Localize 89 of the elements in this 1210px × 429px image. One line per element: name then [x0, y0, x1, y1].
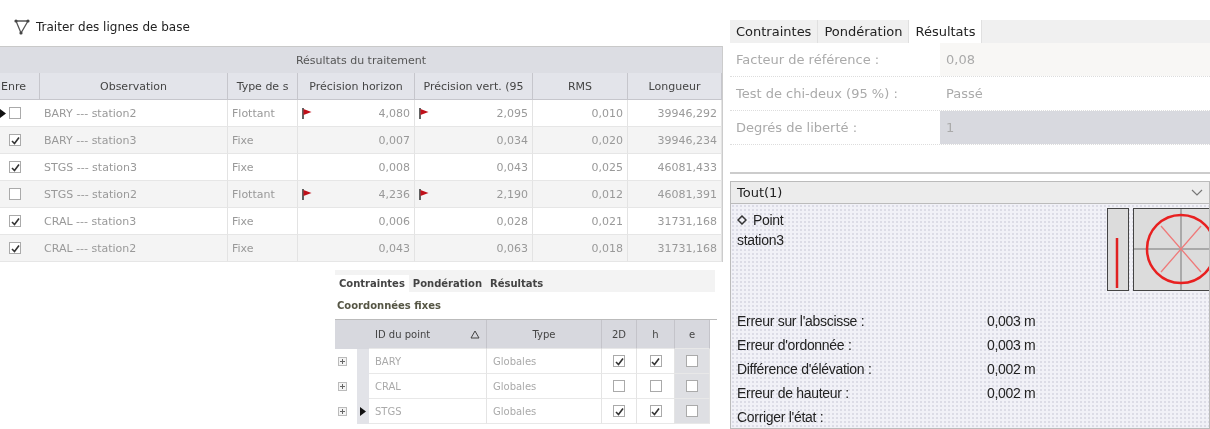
table-cell: 2,190	[496, 187, 528, 201]
table-cell: 0,020	[533, 127, 628, 154]
chevron-down-icon	[1191, 189, 1203, 196]
column-header[interactable]: ID du point	[369, 320, 487, 349]
column-header[interactable]: Précision horizon	[298, 73, 415, 100]
table-cell: 0,043	[378, 241, 410, 255]
checkbox[interactable]	[9, 215, 21, 227]
field-label: Facteur de référence :	[735, 51, 881, 69]
checkbox[interactable]	[9, 161, 21, 173]
column-header[interactable]: Enre	[0, 73, 40, 100]
column-header[interactable]: Type de s	[228, 73, 298, 100]
point-name: station3	[737, 232, 784, 248]
point-type-label: Point	[753, 212, 784, 228]
triangle-network-icon	[14, 19, 30, 35]
tab[interactable]: Résultats	[909, 20, 983, 43]
expand-icon[interactable]	[337, 407, 347, 416]
table-cell: 0,043	[496, 160, 528, 174]
measure-label: Erreur d'ordonnée :	[737, 336, 853, 355]
table-cell: 39946,234	[628, 127, 722, 154]
table-cell: Globales	[487, 399, 602, 424]
checkbox[interactable]	[686, 380, 698, 392]
checkbox[interactable]	[9, 188, 21, 200]
measure-value: 0,002 m	[987, 384, 1037, 403]
table-cell: 31731,168	[628, 235, 722, 262]
checkbox[interactable]	[649, 405, 662, 417]
checkbox[interactable]	[613, 405, 625, 417]
table-cell: STGS --- station2	[40, 181, 228, 208]
tab[interactable]: Contraintes	[730, 20, 819, 43]
measure-value: 0,003 m	[987, 312, 1037, 331]
process-baselines-button[interactable]: Traiter des lignes de base	[14, 19, 190, 35]
table-cell: BARY --- station3	[40, 127, 228, 154]
measure-value: 0,003 m	[987, 336, 1037, 355]
column-header[interactable]: Observation	[40, 73, 228, 100]
checkbox[interactable]	[649, 380, 662, 392]
tab[interactable]: Pondération	[408, 275, 486, 292]
checkbox[interactable]	[9, 134, 21, 146]
column-header[interactable]: RMS	[533, 73, 628, 100]
table-cell: Fixe	[228, 235, 298, 262]
table-cell: 0,034	[496, 133, 528, 147]
table-cell: 4,236	[378, 187, 410, 201]
measure-label: Erreur sur l'abscisse :	[737, 312, 866, 331]
field-label: Degrés de liberté :	[735, 119, 859, 137]
table-cell: 4,080	[378, 106, 410, 120]
sort-ascending-icon	[470, 329, 480, 339]
table-cell: 0,006	[378, 214, 410, 228]
column-header[interactable]: h	[637, 320, 675, 349]
expand-icon[interactable]	[337, 357, 347, 366]
expand-icon[interactable]	[337, 382, 347, 391]
table-cell: Globales	[487, 349, 602, 374]
table-cell: 0,028	[496, 214, 528, 228]
checkbox[interactable]	[686, 405, 698, 417]
group-header: Résultats du traitement	[0, 46, 722, 73]
table-cell: 0,007	[378, 133, 410, 147]
checkbox[interactable]	[613, 380, 625, 392]
table-cell: Fixe	[228, 127, 298, 154]
table-cell: STGS	[369, 399, 487, 424]
filter-dropdown[interactable]: Tout(1)	[730, 181, 1210, 204]
table-cell: 0,018	[533, 235, 628, 262]
table-cell: 46081,391	[628, 181, 722, 208]
diamond-icon	[737, 215, 747, 225]
table-cell: CRAL --- station2	[40, 235, 228, 262]
measure-value: 0,002 m	[987, 360, 1037, 379]
checkbox[interactable]	[686, 355, 698, 367]
checkbox[interactable]	[9, 107, 21, 119]
table-cell: Flottant	[228, 181, 298, 208]
checkbox[interactable]	[9, 242, 21, 254]
header-corner	[335, 320, 369, 349]
column-header[interactable]: Longueur	[628, 73, 722, 100]
column-header[interactable]: e	[675, 320, 710, 349]
table-cell: 0,012	[533, 181, 628, 208]
tab[interactable]: Résultats	[486, 275, 548, 292]
checkbox[interactable]	[613, 355, 625, 367]
table-cell: CRAL	[369, 374, 487, 399]
table-cell: Globales	[487, 374, 602, 399]
field-label: Test de chi-deux (95 %) :	[735, 85, 899, 103]
table-cell: 2,095	[496, 106, 528, 120]
table-cell: BARY	[369, 349, 487, 374]
measure-label: Corriger l'état :	[737, 408, 825, 427]
measure-label: Différence d'élévation :	[737, 360, 873, 379]
table-cell: 0,063	[496, 241, 528, 255]
row-selector[interactable]	[357, 399, 369, 424]
column-header[interactable]: Précision vert. (95	[415, 73, 533, 100]
column-header[interactable]: Type	[487, 320, 602, 349]
tab[interactable]: Contraintes	[335, 275, 409, 292]
table-cell: 0,008	[378, 160, 410, 174]
section-title: Coordonnées fixes	[336, 299, 442, 313]
measure-label: Erreur de hauteur :	[737, 384, 850, 403]
column-header[interactable]: 2D	[602, 320, 637, 349]
checkbox[interactable]	[649, 355, 662, 367]
